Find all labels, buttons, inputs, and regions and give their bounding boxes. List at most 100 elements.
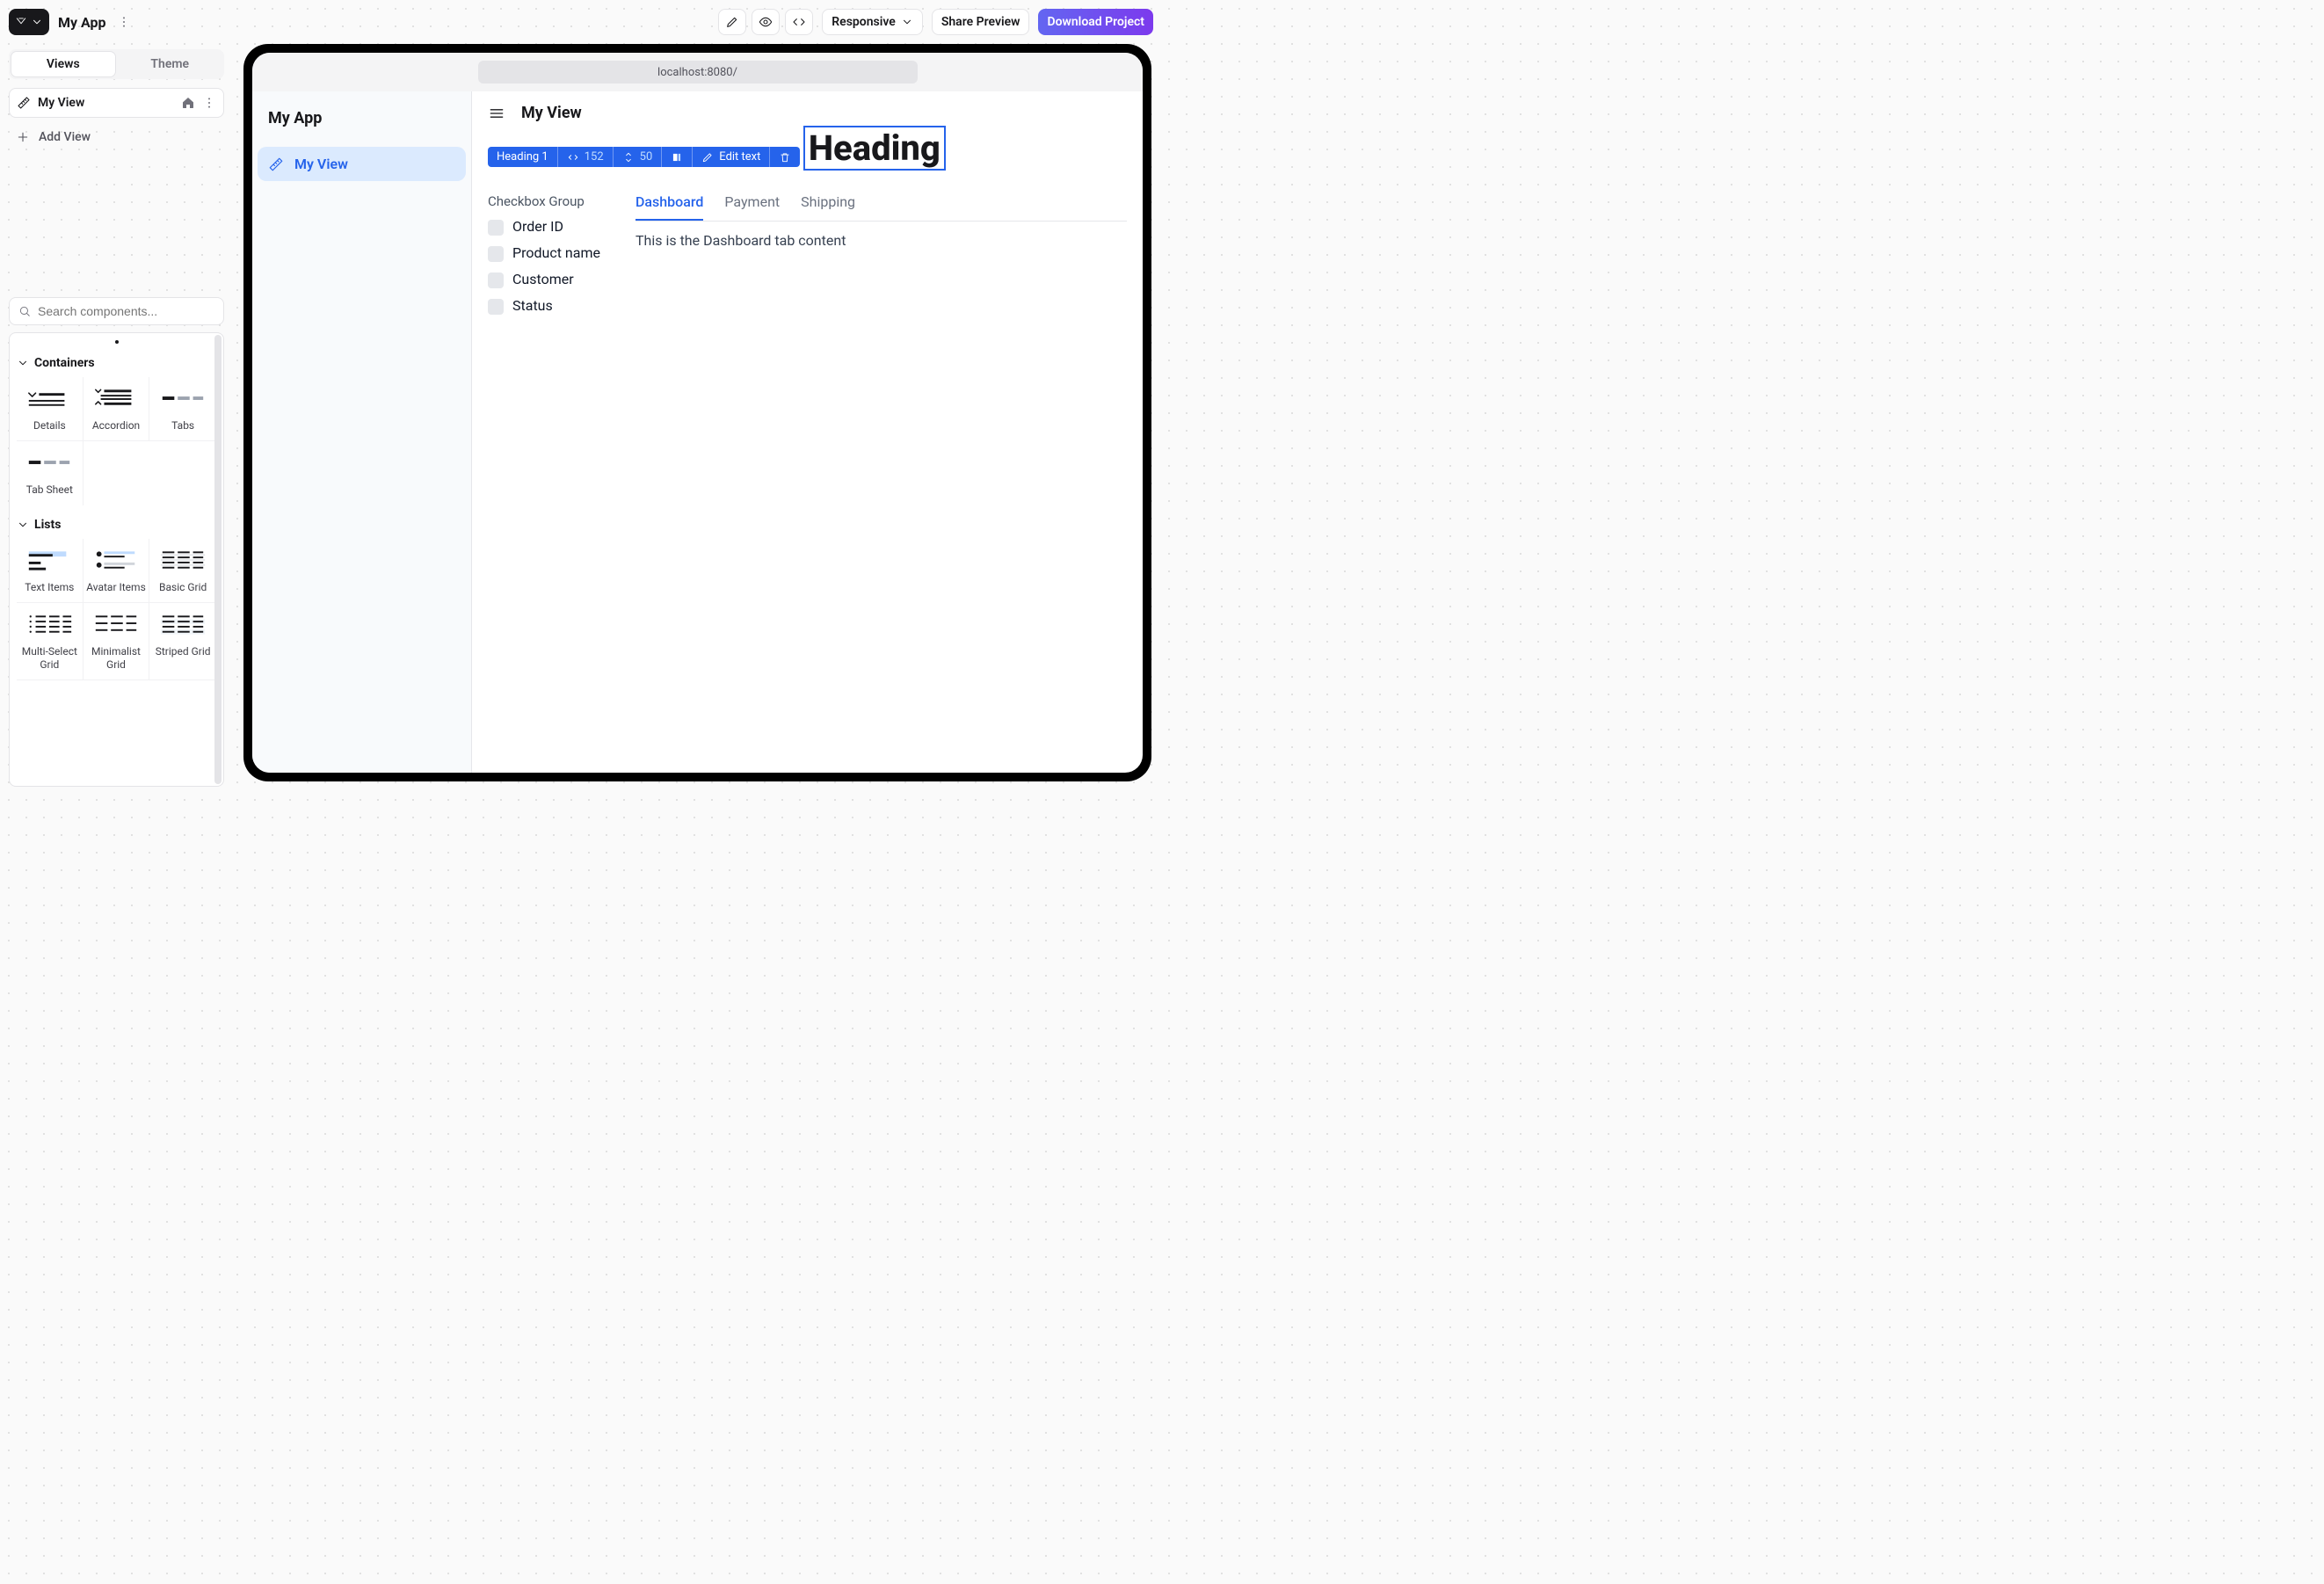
share-preview-label: Share Preview (941, 15, 1020, 29)
selection-wrap-button[interactable] (662, 147, 693, 167)
checkbox-label: Status (512, 297, 553, 314)
checkbox-item[interactable]: Order ID (488, 218, 600, 236)
more-icon[interactable] (202, 96, 216, 110)
responsive-dropdown[interactable]: Responsive (822, 9, 923, 35)
sidebar-tabs: Views Theme (9, 49, 224, 79)
thumb-accordion-icon (91, 384, 142, 414)
thumb-basic-grid-icon (157, 546, 208, 576)
code-icon (792, 15, 806, 29)
component-minimalist-grid[interactable]: Minimalist Grid (84, 603, 150, 680)
preview-tabs: Dashboard Payment Shipping (635, 193, 1127, 222)
section-lists[interactable]: Lists (17, 518, 216, 532)
checkbox-item[interactable]: Status (488, 297, 600, 315)
checkbox-box[interactable] (488, 246, 504, 262)
section-containers[interactable]: Containers (17, 356, 216, 370)
heading-text: Heading (809, 127, 940, 169)
component-label: Avatar Items (86, 581, 146, 593)
component-tab-sheet[interactable]: Tab Sheet (17, 441, 84, 505)
component-label: Striped Grid (156, 645, 211, 658)
edit-text-button[interactable]: Edit text (693, 147, 770, 167)
component-label: Details (33, 419, 66, 432)
tab-content: This is the Dashboard tab content (635, 222, 1127, 249)
selection-width[interactable]: 152 (558, 147, 614, 167)
search-components-input[interactable] (38, 304, 214, 318)
tab-theme[interactable]: Theme (119, 52, 222, 76)
search-components[interactable] (9, 297, 224, 325)
component-label: Accordion (92, 419, 140, 432)
tab-views[interactable]: Views (11, 52, 115, 76)
component-basic-grid[interactable]: Basic Grid (149, 539, 216, 603)
thumb-tabsheet-icon (24, 448, 75, 478)
component-avatar-items[interactable]: Avatar Items (84, 539, 150, 603)
add-view-label: Add View (39, 130, 91, 144)
device-frame: localhost:8080/ My App My View My View (243, 44, 1151, 781)
component-label: Tabs (171, 419, 194, 432)
delete-button[interactable] (770, 147, 800, 167)
edit-mode-button[interactable] (718, 9, 746, 35)
tab-dashboard[interactable]: Dashboard (635, 193, 703, 221)
component-tabs[interactable]: Tabs (149, 377, 216, 441)
preview-sidebar: My App My View (252, 91, 472, 773)
checkbox-box[interactable] (488, 299, 504, 315)
section-lists-label: Lists (34, 518, 61, 532)
tab-payment[interactable]: Payment (724, 193, 780, 221)
url-bar-row: localhost:8080/ (252, 53, 1143, 91)
responsive-label: Responsive (832, 15, 896, 29)
width-icon (567, 151, 579, 163)
checkbox-group: Checkbox Group Order ID Product name Cus… (488, 193, 600, 323)
left-sidebar: Views Theme My View Add View (0, 44, 233, 792)
thumb-details-icon (24, 384, 75, 414)
edit-text-label: Edit text (719, 150, 760, 163)
checkbox-item[interactable]: Customer (488, 271, 600, 288)
checkbox-box[interactable] (488, 220, 504, 236)
home-icon[interactable] (181, 96, 195, 110)
height-icon (622, 151, 635, 163)
component-label: Tab Sheet (26, 483, 73, 496)
layout-icon (671, 151, 683, 163)
plus-icon (16, 130, 30, 144)
view-item-label: My View (38, 96, 84, 110)
preview-mode-button[interactable] (752, 9, 780, 35)
preview-app-title: My App (258, 104, 466, 147)
components-list: Containers Details Accordion Tabs (9, 332, 224, 787)
chevron-down-icon (901, 16, 913, 28)
code-mode-button[interactable] (785, 9, 813, 35)
selected-heading[interactable]: Heading (803, 126, 946, 171)
download-project-button[interactable]: Download Project (1038, 9, 1153, 35)
topbar: My App Responsive Share Preview Download… (0, 0, 1162, 44)
checkbox-box[interactable] (488, 272, 504, 288)
selection-height[interactable]: 50 (614, 147, 663, 167)
selection-width-value: 152 (585, 150, 604, 163)
section-containers-label: Containers (34, 356, 95, 370)
checkbox-label: Customer (512, 271, 574, 287)
component-striped-grid[interactable]: Striped Grid (149, 603, 216, 680)
component-label: Multi-Select Grid (18, 645, 81, 671)
component-text-items[interactable]: Text Items (17, 539, 84, 603)
selection-toolbar: Heading 1 152 50 (488, 147, 800, 167)
selection-label[interactable]: Heading 1 (488, 147, 558, 167)
logo-icon (15, 16, 27, 28)
thumb-text-items-icon (24, 546, 75, 576)
add-view-button[interactable]: Add View (9, 127, 224, 148)
view-item[interactable]: My View (9, 88, 224, 118)
preview-nav-item[interactable]: My View (258, 147, 466, 181)
share-preview-button[interactable]: Share Preview (932, 9, 1030, 35)
ruler-icon (17, 96, 31, 110)
components-panel: Containers Details Accordion Tabs (9, 297, 224, 787)
selection-height-value: 50 (640, 150, 653, 163)
thumb-multiselect-grid-icon (24, 610, 75, 640)
component-multi-select-grid[interactable]: Multi-Select Grid (17, 603, 84, 680)
component-label: Text Items (25, 581, 74, 593)
thumb-striped-grid-icon (157, 610, 208, 640)
app-menu-more-icon[interactable] (115, 13, 133, 31)
logo-dropdown[interactable] (9, 9, 49, 35)
tab-shipping[interactable]: Shipping (801, 193, 855, 221)
checkbox-item[interactable]: Product name (488, 244, 600, 262)
url-bar[interactable]: localhost:8080/ (478, 61, 918, 84)
hamburger-icon[interactable] (488, 105, 505, 122)
component-label: Minimalist Grid (85, 645, 148, 671)
chevron-down-icon (17, 519, 29, 531)
preview-view-title: My View (521, 104, 582, 122)
component-accordion[interactable]: Accordion (84, 377, 150, 441)
component-details[interactable]: Details (17, 377, 84, 441)
